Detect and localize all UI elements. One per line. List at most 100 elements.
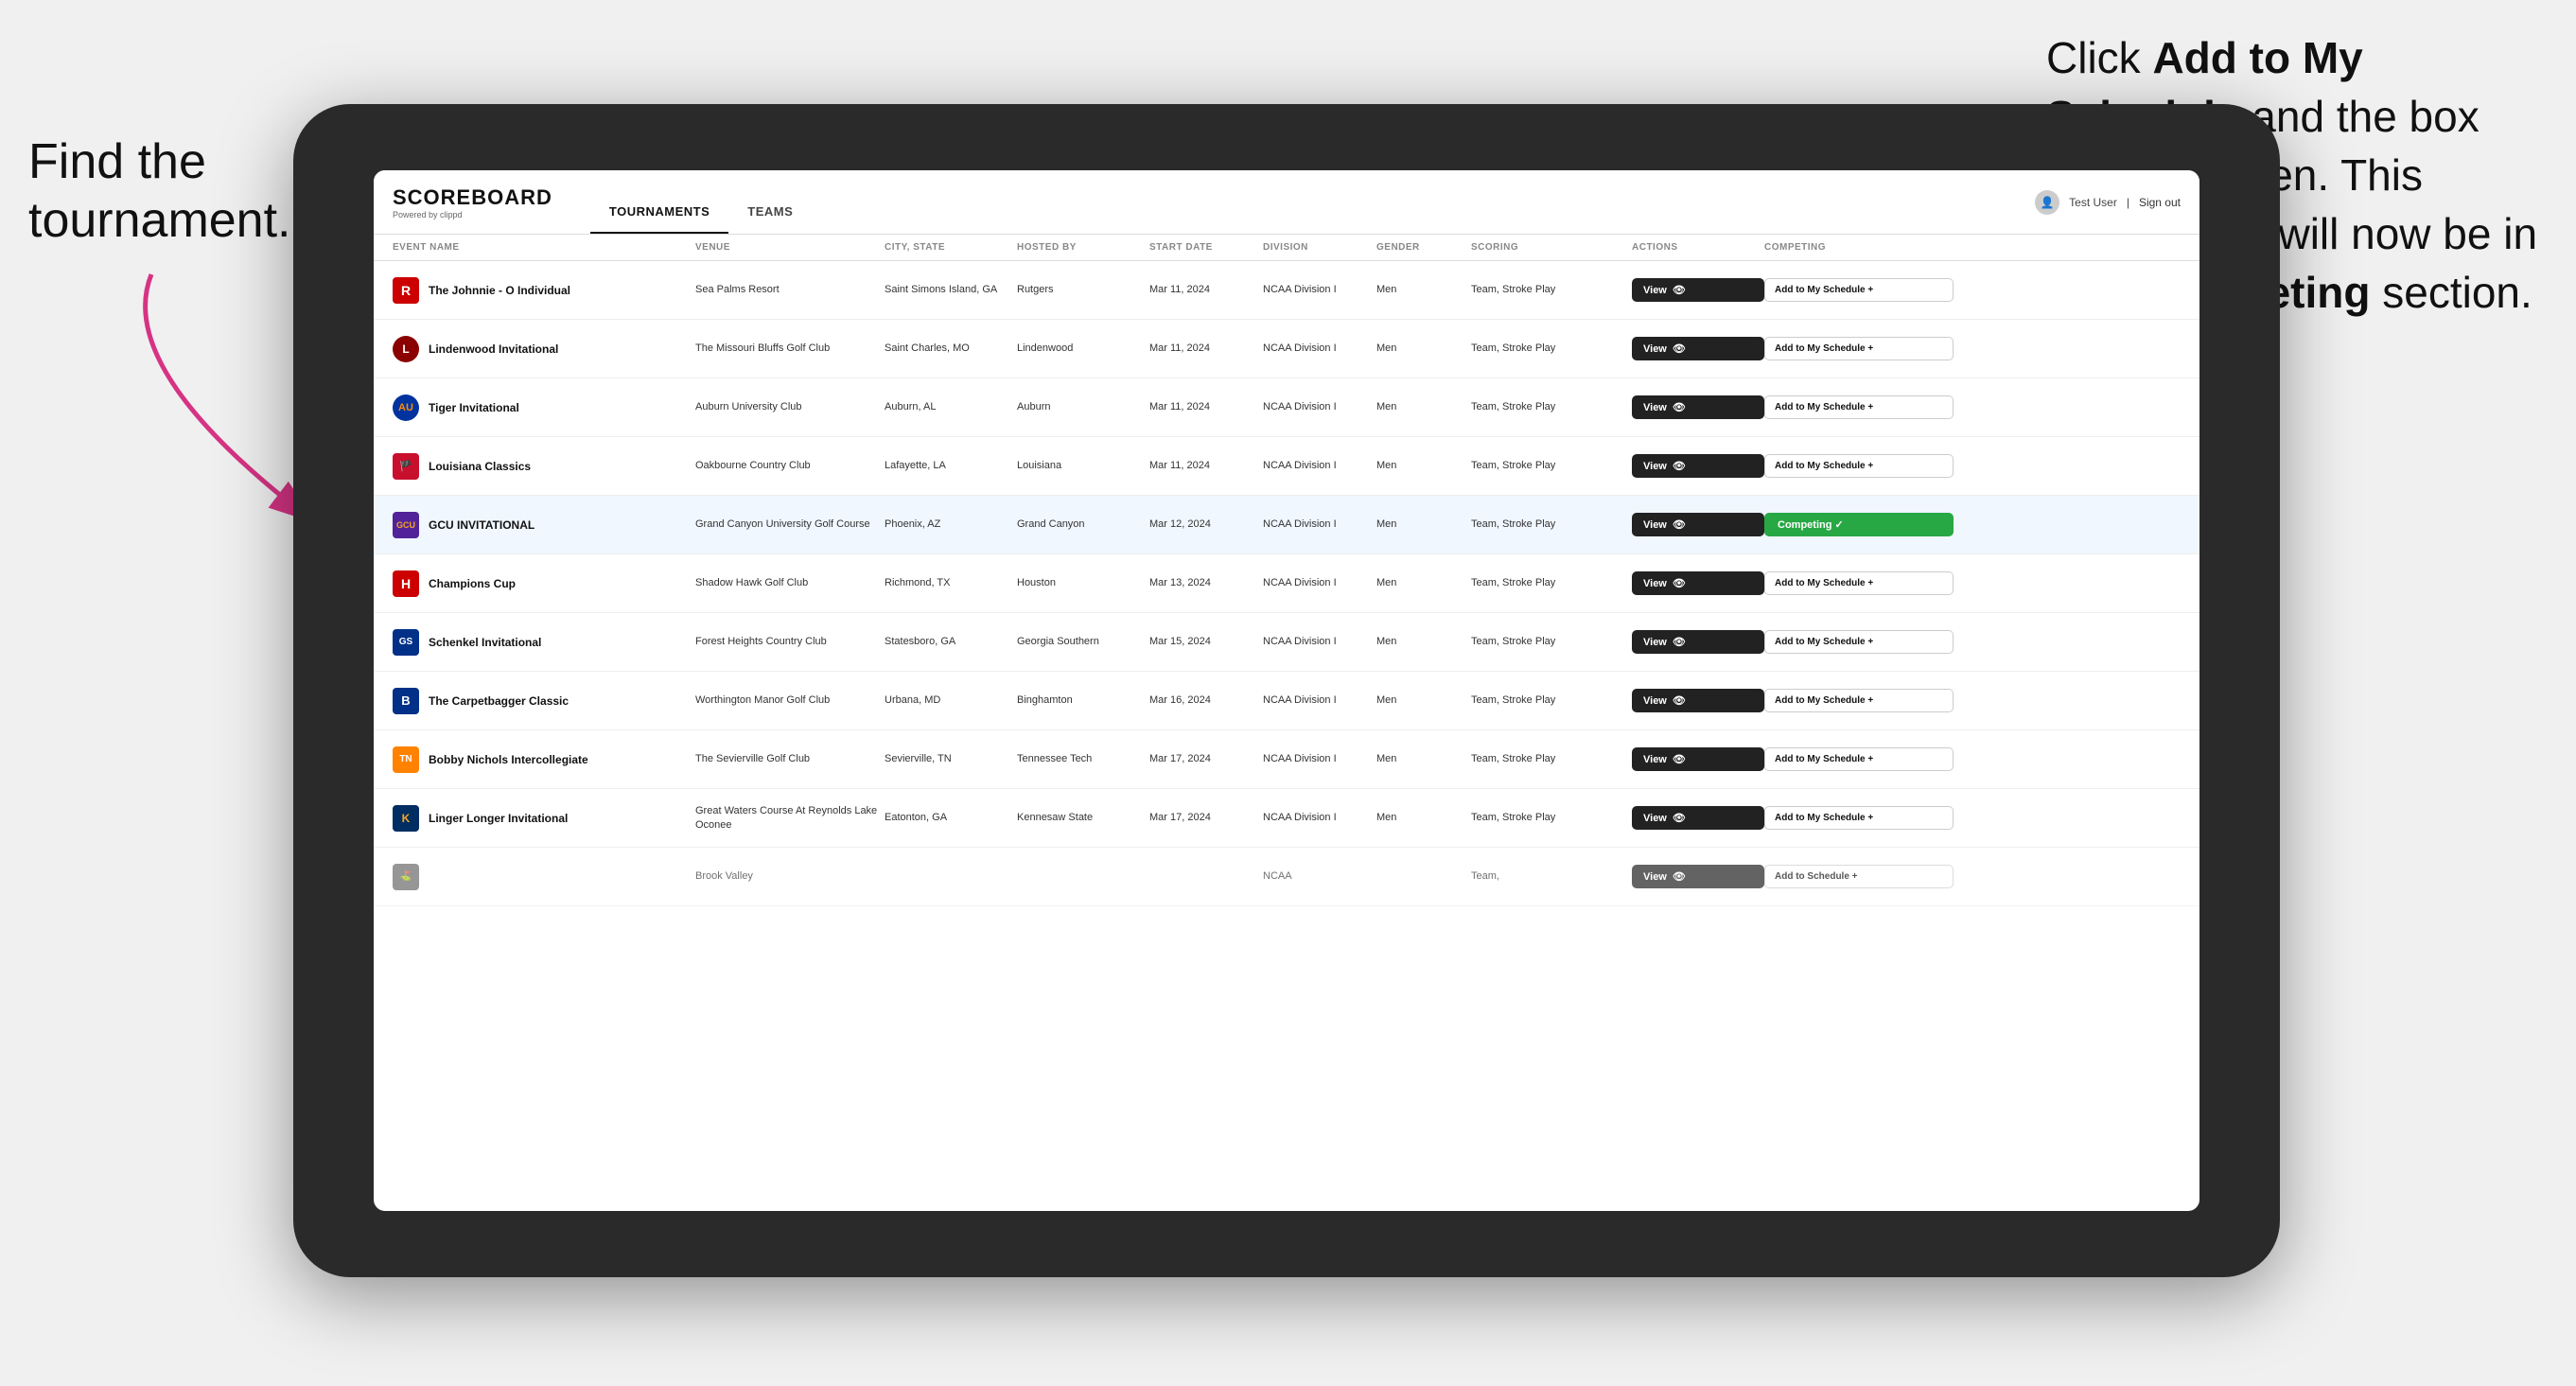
- annotation-left-line2: tournament.: [28, 193, 291, 248]
- gender: Men: [1376, 400, 1471, 413]
- add-to-schedule-button[interactable]: Add to My Schedule +: [1764, 806, 1954, 830]
- event-cell: B The Carpetbagger Classic: [393, 688, 695, 714]
- col-city: CITY, STATE: [885, 242, 1017, 253]
- add-to-schedule-button[interactable]: Add to My Schedule +: [1764, 395, 1954, 419]
- view-button[interactable]: View 👁: [1632, 278, 1764, 302]
- add-to-schedule-button[interactable]: Add to My Schedule +: [1764, 630, 1954, 654]
- app-header: SCOREBOARD Powered by clippd TOURNAMENTS…: [374, 170, 2199, 235]
- view-button[interactable]: View 👁: [1632, 395, 1764, 419]
- view-button[interactable]: View 👁: [1632, 454, 1764, 478]
- view-button[interactable]: View 👁: [1632, 513, 1764, 536]
- logo-main: SCOREBOARD: [393, 185, 552, 210]
- view-button[interactable]: View 👁: [1632, 806, 1764, 830]
- gender: Men: [1376, 635, 1471, 648]
- division: NCAA Division I: [1263, 693, 1376, 707]
- city: Lafayette, LA: [885, 459, 1017, 472]
- venue: Worthington Manor Golf Club: [695, 693, 885, 707]
- hosted-by: Rutgers: [1017, 283, 1149, 296]
- venue: The Sevierville Golf Club: [695, 752, 885, 765]
- view-button[interactable]: View 👁: [1632, 865, 1764, 888]
- event-name: Louisiana Classics: [429, 460, 531, 473]
- eye-icon: 👁: [1673, 870, 1686, 883]
- tablet-screen: SCOREBOARD Powered by clippd TOURNAMENTS…: [374, 170, 2199, 1211]
- col-division: DIVISION: [1263, 242, 1376, 253]
- scoring: Team, Stroke Play: [1471, 635, 1632, 648]
- event-cell: TN Bobby Nichols Intercollegiate: [393, 746, 695, 773]
- eye-icon: 👁: [1673, 518, 1686, 531]
- division: NCAA Division I: [1263, 811, 1376, 824]
- table-row: GS Schenkel Invitational Forest Heights …: [374, 613, 2199, 672]
- event-cell: AU Tiger Invitational: [393, 395, 695, 421]
- add-to-schedule-button[interactable]: Add to My Schedule +: [1764, 747, 1954, 771]
- division: NCAA Division I: [1263, 635, 1376, 648]
- city: Richmond, TX: [885, 576, 1017, 589]
- event-name: Tiger Invitational: [429, 401, 519, 414]
- event-cell: 🏴 Louisiana Classics: [393, 453, 695, 480]
- add-to-schedule-button[interactable]: Add to My Schedule +: [1764, 689, 1954, 712]
- event-cell: R The Johnnie - O Individual: [393, 277, 695, 304]
- add-to-schedule-button[interactable]: Add to My Schedule +: [1764, 278, 1954, 302]
- event-cell: ⛳: [393, 864, 695, 890]
- table-row: TN Bobby Nichols Intercollegiate The Sev…: [374, 730, 2199, 789]
- city: Saint Charles, MO: [885, 342, 1017, 355]
- city: Saint Simons Island, GA: [885, 283, 1017, 296]
- col-gender: GENDER: [1376, 242, 1471, 253]
- tab-tournaments[interactable]: TOURNAMENTS: [590, 204, 728, 234]
- hosted-by: Georgia Southern: [1017, 635, 1149, 648]
- division: NCAA Division I: [1263, 576, 1376, 589]
- team-logo: AU: [393, 395, 419, 421]
- event-cell: K Linger Longer Invitational: [393, 805, 695, 832]
- eye-icon: 👁: [1673, 577, 1686, 589]
- annotation-left-line1: Find the: [28, 134, 206, 189]
- scoring: Team, Stroke Play: [1471, 811, 1632, 824]
- event-name: Linger Longer Invitational: [429, 812, 568, 825]
- competing-button[interactable]: Competing ✓: [1764, 513, 1954, 536]
- view-button[interactable]: View 👁: [1632, 337, 1764, 360]
- gender: Men: [1376, 459, 1471, 472]
- add-to-schedule-button[interactable]: Add to My Schedule +: [1764, 454, 1954, 478]
- team-logo: K: [393, 805, 419, 832]
- event-name: Bobby Nichols Intercollegiate: [429, 753, 588, 766]
- start-date: Mar 11, 2024: [1149, 283, 1263, 296]
- separator: |: [2127, 196, 2129, 209]
- sign-out-link[interactable]: Sign out: [2139, 196, 2181, 209]
- view-button[interactable]: View 👁: [1632, 571, 1764, 595]
- venue: Sea Palms Resort: [695, 283, 885, 296]
- gender: Men: [1376, 693, 1471, 707]
- event-cell: H Champions Cup: [393, 570, 695, 597]
- add-to-schedule-button[interactable]: Add to My Schedule +: [1764, 571, 1954, 595]
- team-logo: L: [393, 336, 419, 362]
- eye-icon: 👁: [1673, 284, 1686, 296]
- tab-teams[interactable]: TEAMS: [728, 204, 812, 234]
- gender: Men: [1376, 752, 1471, 765]
- view-button[interactable]: View 👁: [1632, 630, 1764, 654]
- event-name: Lindenwood Invitational: [429, 342, 558, 356]
- team-logo: H: [393, 570, 419, 597]
- add-to-schedule-button[interactable]: Add to Schedule +: [1764, 865, 1954, 888]
- division: NCAA Division I: [1263, 283, 1376, 296]
- logo-sub: Powered by clippd: [393, 210, 552, 219]
- gender: Men: [1376, 576, 1471, 589]
- view-button[interactable]: View 👁: [1632, 689, 1764, 712]
- table-area: EVENT NAME VENUE CITY, STATE HOSTED BY S…: [374, 235, 2199, 1211]
- venue: Oakbourne Country Club: [695, 459, 885, 472]
- annotation-left: Find the tournament.: [28, 132, 291, 251]
- venue: The Missouri Bluffs Golf Club: [695, 342, 885, 355]
- table-row: R The Johnnie - O Individual Sea Palms R…: [374, 261, 2199, 320]
- gender: Men: [1376, 283, 1471, 296]
- add-to-schedule-button[interactable]: Add to My Schedule +: [1764, 337, 1954, 360]
- col-event-name: EVENT NAME: [393, 242, 695, 253]
- view-button[interactable]: View 👁: [1632, 747, 1764, 771]
- eye-icon: 👁: [1673, 401, 1686, 413]
- event-cell: L Lindenwood Invitational: [393, 336, 695, 362]
- city: Sevierville, TN: [885, 752, 1017, 765]
- venue: Forest Heights Country Club: [695, 635, 885, 648]
- start-date: Mar 11, 2024: [1149, 342, 1263, 355]
- venue: Shadow Hawk Golf Club: [695, 576, 885, 589]
- nav-tabs: TOURNAMENTS TEAMS: [590, 170, 812, 234]
- event-name: Champions Cup: [429, 577, 516, 590]
- division: NCAA Division I: [1263, 752, 1376, 765]
- tablet: SCOREBOARD Powered by clippd TOURNAMENTS…: [293, 104, 2280, 1277]
- col-hosted: HOSTED BY: [1017, 242, 1149, 253]
- col-date: START DATE: [1149, 242, 1263, 253]
